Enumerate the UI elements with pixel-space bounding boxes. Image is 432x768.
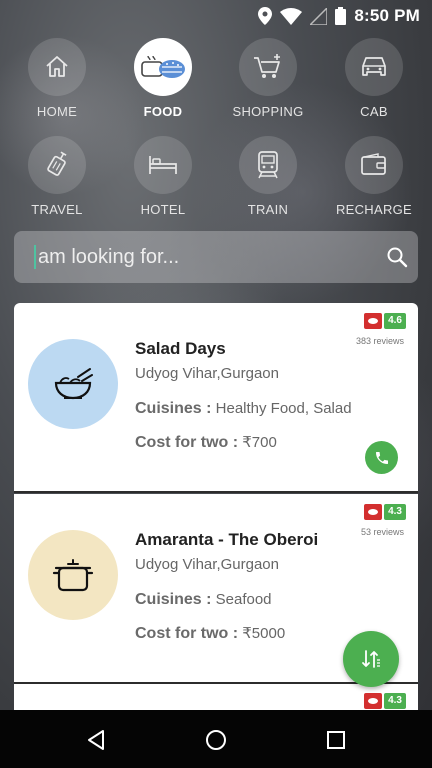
- category-label: FOOD: [143, 104, 183, 119]
- restaurant-thumbnail: [28, 339, 118, 429]
- cuisines-value: Seafood: [215, 591, 272, 608]
- call-button[interactable]: [365, 441, 398, 474]
- category-shopping[interactable]: SHOPPING: [218, 38, 318, 119]
- restaurant-cost: Cost for two : ₹5000: [135, 624, 285, 643]
- restaurant-cuisines: Cuisines : Healthy Food, Salad: [135, 400, 352, 418]
- restaurant-card-partial[interactable]: 4.3: [14, 684, 418, 710]
- restaurant-thumbnail: [28, 530, 118, 620]
- category-label: CAB: [360, 104, 388, 119]
- cost-value: ₹5000: [242, 625, 286, 642]
- food-icon: [141, 55, 185, 78]
- cost-label: Cost for two :: [135, 625, 239, 642]
- home-circle-icon: [206, 730, 226, 750]
- search-bar[interactable]: [14, 231, 418, 283]
- rating-badge: 4.6: [364, 313, 406, 329]
- bowl-icon: [54, 368, 93, 400]
- restaurant-cuisines: Cuisines : Seafood: [135, 591, 272, 609]
- rating-value: 4.6: [384, 313, 406, 329]
- home-nav-button[interactable]: [203, 727, 229, 753]
- restaurant-card[interactable]: Salad Days Udyog Vihar,Gurgaon Cuisines …: [14, 303, 418, 493]
- back-button[interactable]: [83, 727, 109, 753]
- category-hotel[interactable]: HOTEL: [113, 136, 213, 217]
- restaurant-name: Salad Days: [135, 339, 226, 358]
- phone-icon: [375, 451, 388, 464]
- recents-button[interactable]: [323, 727, 349, 753]
- system-nav-bar: [0, 710, 432, 768]
- cooking-pot-icon: [52, 559, 94, 592]
- cuisines-label: Cuisines :: [135, 591, 212, 608]
- review-count: 383 reviews: [355, 336, 404, 346]
- signal-icon: [310, 7, 328, 25]
- wallet-icon: [361, 153, 386, 175]
- back-triangle-icon: [88, 730, 104, 750]
- train-icon: [258, 151, 278, 179]
- category-recharge[interactable]: RECHARGE: [324, 136, 424, 217]
- luggage-icon: [47, 151, 67, 176]
- location-icon: [258, 7, 273, 25]
- zomato-logo-icon: [364, 313, 383, 329]
- category-train[interactable]: TRAIN: [218, 136, 318, 217]
- category-travel[interactable]: TRAVEL: [7, 136, 107, 217]
- restaurant-cost: Cost for two : ₹700: [135, 433, 277, 452]
- review-count: 53 reviews: [360, 527, 404, 537]
- category-label: TRAIN: [247, 202, 289, 217]
- recents-square-icon: [327, 731, 345, 749]
- category-label: SHOPPING: [232, 104, 304, 119]
- cuisines-value: Healthy Food, Salad: [215, 400, 352, 417]
- home-icon: [46, 56, 68, 77]
- search-input[interactable]: [38, 245, 368, 269]
- cuisines-label: Cuisines :: [135, 400, 212, 417]
- wifi-icon: [280, 7, 303, 25]
- zomato-logo-icon: [364, 693, 383, 709]
- search-icon[interactable]: [386, 246, 408, 268]
- rating-badge: 4.3: [364, 693, 406, 709]
- restaurant-location: Udyog Vihar,Gurgaon: [135, 365, 279, 382]
- sort-icon: [362, 650, 380, 668]
- cost-label: Cost for two :: [135, 434, 239, 451]
- zomato-logo-icon: [364, 504, 383, 520]
- cost-value: ₹700: [242, 434, 277, 451]
- text-cursor: [34, 245, 36, 269]
- restaurant-location: Udyog Vihar,Gurgaon: [135, 556, 279, 573]
- rating-badge: 4.3: [364, 504, 406, 520]
- category-label: TRAVEL: [31, 202, 83, 217]
- category-cab[interactable]: CAB: [324, 38, 424, 119]
- sort-button[interactable]: [343, 631, 399, 687]
- rating-value: 4.3: [384, 693, 406, 709]
- bed-icon: [149, 156, 177, 174]
- category-home[interactable]: HOME: [7, 38, 107, 119]
- car-icon: [362, 57, 386, 76]
- restaurant-name: Amaranta - The Oberoi: [135, 530, 319, 549]
- rating-value: 4.3: [384, 504, 406, 520]
- category-food[interactable]: FOOD: [113, 38, 213, 119]
- status-time: 8:50 PM: [354, 6, 420, 25]
- category-label: RECHARGE: [335, 202, 413, 217]
- category-label: HOME: [36, 104, 78, 119]
- shopping-cart-icon: [254, 54, 280, 78]
- category-label: HOTEL: [140, 202, 186, 217]
- status-bar: 8:50 PM: [0, 0, 432, 32]
- battery-icon: [335, 7, 347, 25]
